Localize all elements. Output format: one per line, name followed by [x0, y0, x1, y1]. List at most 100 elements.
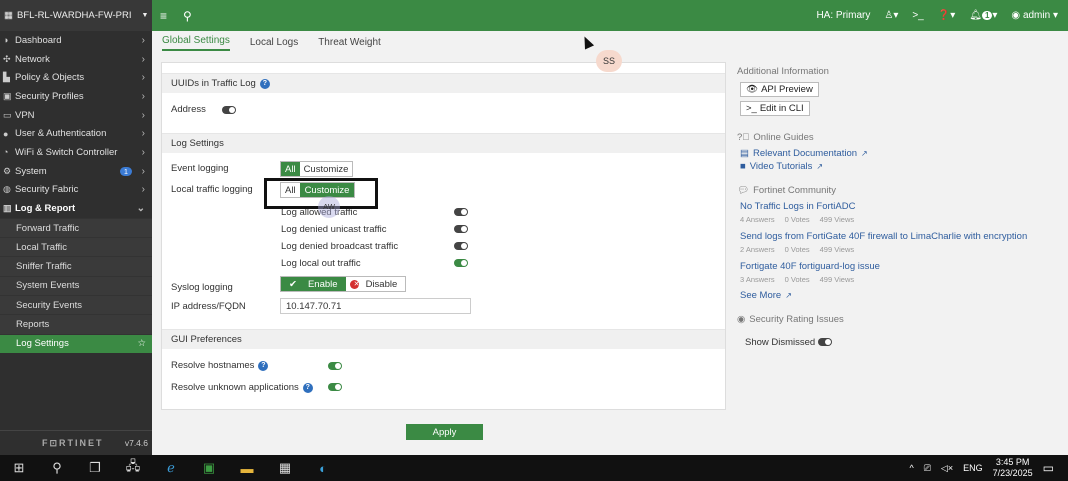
sidebar-item-security-events[interactable]: Security Events [0, 295, 152, 315]
sidebar-item-local-traffic[interactable]: Local Traffic [0, 237, 152, 257]
help-icon[interactable]: ❓▾ [938, 10, 955, 21]
sidebar-item-system[interactable]: ⚙ System 1 › [0, 162, 152, 181]
sidebar-item-system-events[interactable]: System Events [0, 275, 152, 296]
sidebar-item-log-report[interactable]: ▥ Log & Report ⌄ [0, 199, 152, 218]
relevant-docs-link[interactable]: ▤ Relevant Documentation ↗ [740, 148, 868, 159]
task-view-icon[interactable]: ❐ [76, 460, 114, 476]
top-bar: ▦ BFL-RL-WARDHA-FW-PRI ▼ ≡ ⚲ HA: Primary… [0, 0, 1068, 31]
version-label: v7.4.6 [124, 438, 148, 448]
edit-in-cli-button[interactable]: >_ Edit in CLI [740, 101, 810, 116]
device-selector[interactable]: ▦ BFL-RL-WARDHA-FW-PRI ▼ [0, 0, 152, 31]
clock-time: 3:45 PM [995, 457, 1030, 467]
show-dismissed-toggle[interactable] [818, 338, 832, 346]
cli-icon[interactable]: >_ [912, 10, 923, 21]
sidebar-item-sniffer-traffic[interactable]: Sniffer Traffic [0, 256, 152, 276]
security-rating-heading: ◉ Security Rating Issues [737, 314, 844, 325]
ha-status[interactable]: HA: Primary [816, 10, 870, 21]
answers-count: 2 Answers [740, 245, 775, 254]
sidebar-item-dashboard[interactable]: ◑ Dashboard › [0, 31, 152, 50]
network-status-icon[interactable]: ♙▾ [884, 10, 898, 21]
tab-threat-weight[interactable]: Threat Weight [318, 37, 381, 51]
help-icon[interactable]: ? [259, 78, 270, 89]
log-allowed-traffic-toggle[interactable] [454, 208, 468, 216]
sidebar-item-label: Network [15, 53, 50, 65]
video-tutorials-link[interactable]: ■ Video Tutorials ↗ [740, 161, 823, 172]
notification-center-icon[interactable]: ▭ [1043, 461, 1054, 475]
language-indicator[interactable]: ENG [963, 463, 983, 473]
online-guides-heading: ?⃝ Online Guides [737, 132, 814, 143]
sidebar-item-label: Log & Report [15, 203, 76, 215]
community-post-link[interactable]: Send logs from FortiGate 40F firewall to… [740, 231, 1027, 242]
terminal-app-icon[interactable]: ▣ [190, 460, 228, 476]
server-manager-icon[interactable]: ▦ [266, 460, 304, 476]
clock[interactable]: 3:45 PM 7/23/2025 [993, 457, 1033, 479]
file-explorer-icon[interactable]: ▬ [228, 461, 266, 476]
syslog-enable-button[interactable]: ✔ Enable [281, 277, 346, 291]
log-local-out-toggle[interactable] [454, 259, 468, 267]
ip-address-input[interactable]: 10.147.70.71 [280, 298, 471, 314]
views-count: 499 Views [819, 215, 855, 224]
sidebar: ◑ Dashboard › ✣ Network › ▙ Policy & Objects ›… [0, 31, 152, 455]
user-icon: ● [3, 128, 9, 139]
chevron-up-icon[interactable]: ^ [909, 463, 913, 473]
star-icon[interactable]: ☆ [137, 338, 146, 349]
post-meta: 3 Answers 0 Votes 499 Views [740, 275, 854, 284]
log-denied-unicast-toggle[interactable] [454, 225, 468, 233]
see-more-link[interactable]: See More ↗ [740, 290, 792, 301]
tab-local-logs[interactable]: Local Logs [250, 37, 298, 51]
resolve-hostnames-toggle[interactable] [328, 362, 342, 370]
heading-text: Security Rating Issues [749, 314, 844, 325]
tab-bar: Global Settings Local Logs Threat Weight [152, 31, 1068, 51]
system-badge: 1 [119, 166, 132, 176]
sidebar-item-forward-traffic[interactable]: Forward Traffic [0, 217, 152, 238]
user-menu[interactable]: ◉ admin ▾ [1011, 10, 1058, 21]
sidebar-item-network[interactable]: ✣ Network › [0, 50, 152, 69]
help-icon[interactable]: ? [302, 382, 313, 393]
check-icon: ✔ [289, 278, 297, 290]
sidebar-item-vpn[interactable]: ▭ VPN › [0, 106, 152, 125]
community-post-link[interactable]: Fortigate 40F fortiguard-log issue [740, 261, 880, 272]
gear-icon: ⚙ [3, 165, 12, 176]
chevron-right-icon: › [141, 128, 145, 140]
log-denied-broadcast-toggle[interactable] [454, 242, 468, 250]
external-link-icon: ↗ [861, 149, 868, 158]
local-traffic-logging-label: Local traffic logging [171, 184, 253, 195]
video-icon: ■ [740, 161, 746, 172]
chevron-right-icon: › [141, 90, 145, 102]
address-toggle[interactable] [222, 106, 236, 114]
sidebar-item-reports[interactable]: Reports [0, 314, 152, 334]
internet-explorer-icon[interactable]: ℯ [152, 460, 190, 476]
community-post-link[interactable]: No Traffic Logs in FortiADC [740, 201, 855, 212]
search-icon[interactable]: ⚲ [38, 460, 76, 476]
resolve-apps-toggle[interactable] [328, 383, 342, 391]
syslog-logging-label: Syslog logging [171, 282, 233, 293]
help-circle-icon: ?⃝ [737, 132, 750, 143]
sidebar-item-log-settings[interactable]: Log Settings ☆ [0, 333, 152, 353]
volume-icon[interactable]: ◁× [941, 463, 953, 474]
apply-button[interactable]: Apply [406, 424, 483, 440]
chevron-down-icon: ▼ [141, 12, 149, 19]
sidebar-item-security-profiles[interactable]: ▣ Security Profiles › [0, 87, 152, 106]
help-icon[interactable]: ? [258, 360, 269, 371]
search-icon[interactable]: ⚲ [175, 9, 200, 23]
event-logging-customize[interactable]: Customize [299, 162, 353, 176]
sidebar-item-user-auth[interactable]: ● User & Authentication › [0, 124, 152, 143]
menu-icon[interactable]: ≡ [152, 9, 175, 23]
windows-start-icon[interactable]: ⊞ [0, 460, 38, 476]
notifications-button[interactable]: 🔔︎ 1 ▾ [969, 10, 997, 21]
event-logging-all[interactable]: All [281, 162, 300, 176]
section-title: Log Settings [171, 138, 224, 149]
sidebar-item-security-fabric[interactable]: ◍ Security Fabric › [0, 181, 152, 200]
syslog-toggle-group: ✔ Enable ✕ Disable [280, 276, 407, 292]
network-tray-icon[interactable]: ⎚ [924, 463, 931, 474]
edge-browser-icon[interactable]: ◐ [304, 461, 342, 476]
chat-icon: 💬︎ [737, 185, 750, 196]
sidebar-item-wifi-switch[interactable]: ◔ WiFi & Switch Controller › [0, 143, 152, 162]
event-logging-selector: All Customize [280, 161, 354, 177]
tab-global-settings[interactable]: Global Settings [162, 35, 230, 51]
network-icon: ✣ [3, 53, 11, 64]
network-app-icon[interactable]: 🖧︎ [114, 457, 152, 479]
syslog-disable-button[interactable]: ✕ Disable [346, 277, 406, 291]
api-preview-button[interactable]: 👁︎ API Preview [740, 82, 819, 97]
sidebar-item-policy[interactable]: ▙ Policy & Objects › [0, 68, 152, 87]
